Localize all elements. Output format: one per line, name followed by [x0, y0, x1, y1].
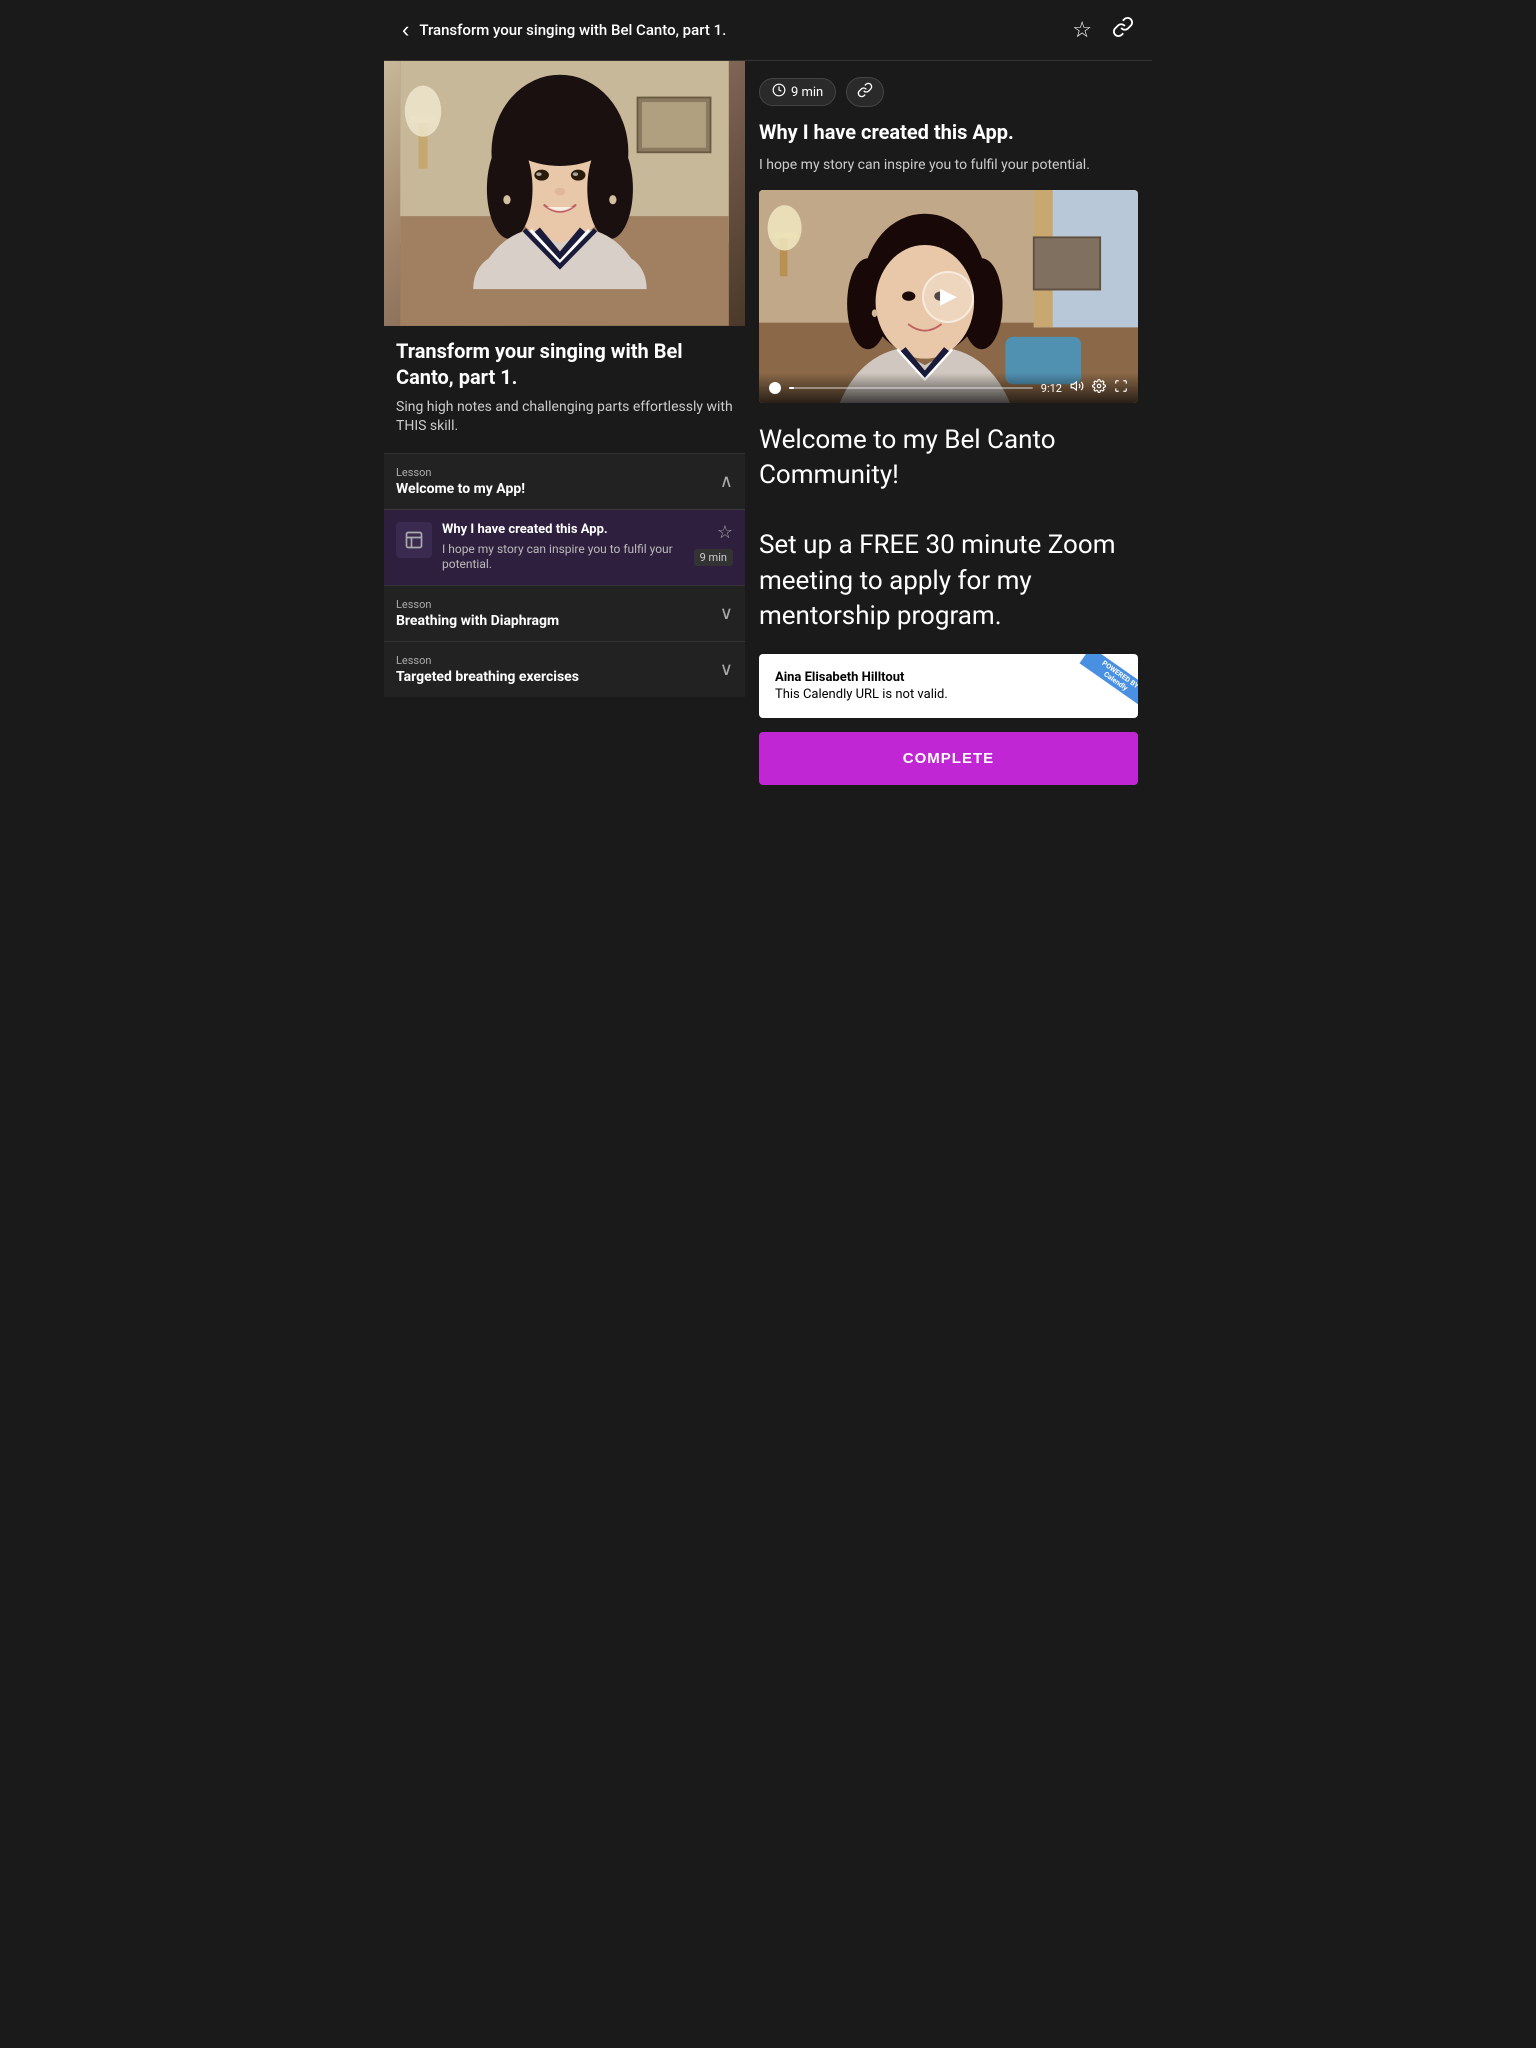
lesson-label-3: Lesson: [396, 654, 579, 667]
sound-icon[interactable]: [1070, 379, 1084, 397]
calendly-box: POWERED BY Calendly Aina Elisabeth Hillt…: [759, 654, 1138, 718]
detail-link-badge[interactable]: [846, 77, 884, 107]
lesson-section-welcome: Lesson Welcome to my App! ∧ Why I have: [384, 453, 745, 585]
lesson-header-targeted[interactable]: Lesson Targeted breathing exercises ∨: [384, 642, 745, 697]
lesson-item-title: Why I have created this App.: [442, 522, 684, 539]
welcome-text-1: Welcome to my Bel Canto Community!: [759, 425, 1056, 490]
right-column: 9 min Why I have created this App. I hop…: [745, 61, 1152, 801]
fullscreen-icon[interactable]: [1114, 379, 1128, 397]
header-title: Transform your singing with Bel Canto, p…: [419, 21, 726, 39]
settings-icon[interactable]: [1092, 379, 1106, 397]
bookmark-button[interactable]: ☆: [1070, 15, 1094, 45]
progress-dot: [769, 382, 781, 394]
lesson-item-right: ☆ 9 min: [694, 522, 733, 566]
header: ‹ Transform your singing with Bel Canto,…: [384, 0, 1152, 61]
progress-bar[interactable]: [789, 387, 1033, 389]
favorite-button[interactable]: ☆: [717, 522, 733, 543]
header-left: ‹ Transform your singing with Bel Canto,…: [400, 15, 1070, 45]
chevron-down-icon-2: ∨: [720, 603, 733, 624]
lesson-name-2: Breathing with Diaphragm: [396, 613, 559, 629]
clock-icon: [772, 83, 786, 101]
lesson-item-app[interactable]: Why I have created this App. I hope my s…: [384, 509, 745, 585]
main-layout: Transform your singing with Bel Canto, p…: [384, 61, 1152, 801]
content-text: Welcome to my Bel Canto Community! Set u…: [759, 423, 1138, 634]
course-title: Transform your singing with Bel Canto, p…: [396, 338, 733, 390]
lesson-header-breathing[interactable]: Lesson Breathing with Diaphragm ∨: [384, 586, 745, 641]
video-player[interactable]: ▶ 9:12: [759, 190, 1138, 403]
lesson-header-welcome[interactable]: Lesson Welcome to my App! ∧: [384, 454, 745, 509]
course-info: Transform your singing with Bel Canto, p…: [384, 326, 745, 445]
detail-title: Why I have created this App.: [759, 119, 1138, 145]
course-subtitle: Sing high notes and challenging parts ef…: [396, 398, 733, 437]
course-thumbnail: [384, 61, 745, 326]
lesson-section-breathing: Lesson Breathing with Diaphragm ∨: [384, 585, 745, 641]
duration-badge: 9 min: [694, 549, 733, 566]
duration-meta: 9 min: [759, 78, 836, 106]
lesson-name-3: Targeted breathing exercises: [396, 669, 579, 685]
duration-text: 9 min: [791, 85, 823, 100]
lesson-list: Lesson Welcome to my App! ∧ Why I have: [384, 445, 745, 697]
detail-description: I hope my story can inspire you to fulfi…: [759, 155, 1138, 176]
lesson-item-content: Why I have created this App. I hope my s…: [442, 522, 684, 573]
lesson-item-desc: I hope my story can inspire you to fulfi…: [442, 542, 684, 573]
welcome-text-2: Set up a FREE 30 minute Zoom meeting to …: [759, 530, 1116, 630]
chevron-down-icon-3: ∨: [720, 659, 733, 680]
header-icons: ☆: [1070, 14, 1136, 46]
meta-row: 9 min: [759, 77, 1138, 107]
complete-button[interactable]: COMPLETE: [759, 732, 1138, 785]
lesson-item-icon: [396, 522, 432, 558]
lesson-label-1: Lesson: [396, 466, 525, 479]
chevron-up-icon: ∧: [720, 471, 733, 492]
play-button[interactable]: ▶: [922, 271, 974, 323]
left-column: Transform your singing with Bel Canto, p…: [384, 61, 745, 801]
progress-fill: [789, 387, 794, 389]
back-button[interactable]: ‹: [400, 15, 411, 45]
lesson-name-1: Welcome to my App!: [396, 481, 525, 497]
video-time: 9:12: [1041, 382, 1062, 395]
share-link-button[interactable]: [1110, 14, 1136, 46]
lesson-label-2: Lesson: [396, 598, 559, 611]
video-control-icons: [1070, 379, 1128, 397]
lesson-section-targeted: Lesson Targeted breathing exercises ∨: [384, 641, 745, 697]
video-controls: 9:12: [759, 373, 1138, 403]
